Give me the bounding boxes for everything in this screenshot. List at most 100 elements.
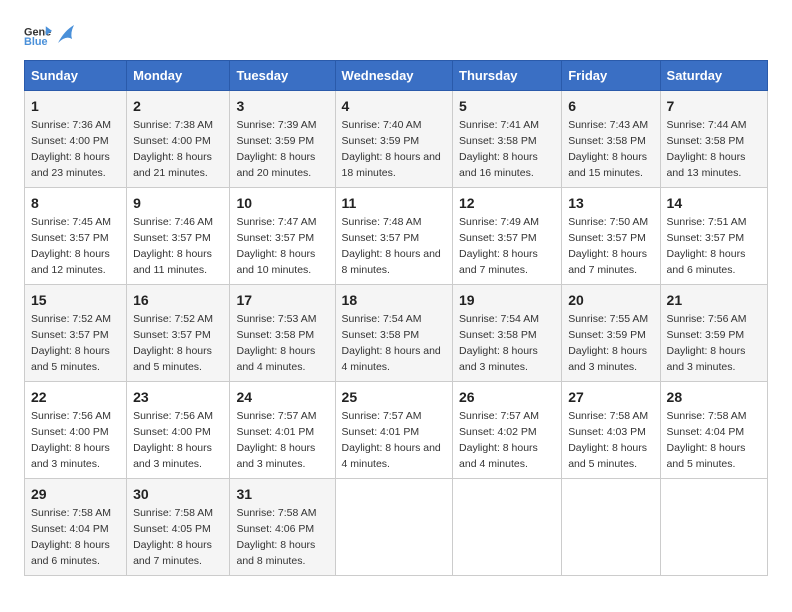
weekday-header-friday: Friday	[562, 61, 660, 91]
calendar-cell: 16 Sunrise: 7:52 AMSunset: 3:57 PMDayligh…	[127, 285, 230, 382]
day-number: 25	[342, 387, 446, 407]
day-number: 19	[459, 290, 555, 310]
calendar-cell: 24 Sunrise: 7:57 AMSunset: 4:01 PMDayligh…	[230, 382, 335, 479]
day-info: Sunrise: 7:58 AMSunset: 4:03 PMDaylight:…	[568, 410, 648, 470]
day-info: Sunrise: 7:39 AMSunset: 3:59 PMDaylight:…	[236, 119, 316, 179]
calendar-cell	[562, 479, 660, 576]
calendar-cell: 25 Sunrise: 7:57 AMSunset: 4:01 PMDayligh…	[335, 382, 452, 479]
header: General Blue	[24, 20, 768, 48]
day-info: Sunrise: 7:58 AMSunset: 4:06 PMDaylight:…	[236, 507, 316, 567]
calendar-week-row: 8 Sunrise: 7:45 AMSunset: 3:57 PMDaylight…	[25, 188, 768, 285]
calendar-cell: 2 Sunrise: 7:38 AMSunset: 4:00 PMDaylight…	[127, 91, 230, 188]
calendar-week-row: 1 Sunrise: 7:36 AMSunset: 4:00 PMDaylight…	[25, 91, 768, 188]
day-info: Sunrise: 7:43 AMSunset: 3:58 PMDaylight:…	[568, 119, 648, 179]
weekday-header-thursday: Thursday	[453, 61, 562, 91]
calendar-cell: 10 Sunrise: 7:47 AMSunset: 3:57 PMDayligh…	[230, 188, 335, 285]
day-number: 11	[342, 193, 446, 213]
day-info: Sunrise: 7:56 AMSunset: 4:00 PMDaylight:…	[133, 410, 213, 470]
logo-bird-icon	[56, 21, 78, 47]
day-number: 1	[31, 96, 120, 116]
calendar-cell: 5Sunrise: 7:41 AMSunset: 3:58 PMDaylight…	[453, 91, 562, 188]
calendar-cell: 17Sunrise: 7:53 AMSunset: 3:58 PMDayligh…	[230, 285, 335, 382]
day-number: 18	[342, 290, 446, 310]
day-info: Sunrise: 7:58 AMSunset: 4:04 PMDaylight:…	[31, 507, 111, 567]
day-number: 24	[236, 387, 328, 407]
day-number: 16	[133, 290, 223, 310]
day-number: 10	[236, 193, 328, 213]
day-info: Sunrise: 7:57 AMSunset: 4:02 PMDaylight:…	[459, 410, 539, 470]
calendar-cell: 27Sunrise: 7:58 AMSunset: 4:03 PMDayligh…	[562, 382, 660, 479]
day-info: Sunrise: 7:38 AMSunset: 4:00 PMDaylight:…	[133, 119, 213, 179]
day-number: 2	[133, 96, 223, 116]
calendar-cell: 21 Sunrise: 7:56 AMSunset: 3:59 PMDayligh…	[660, 285, 767, 382]
logo-icon: General Blue	[24, 20, 52, 48]
calendar-cell: 22 Sunrise: 7:56 AMSunset: 4:00 PMDayligh…	[25, 382, 127, 479]
calendar-cell: 8 Sunrise: 7:45 AMSunset: 3:57 PMDaylight…	[25, 188, 127, 285]
day-info: Sunrise: 7:44 AMSunset: 3:58 PMDaylight:…	[667, 119, 747, 179]
day-info: Sunrise: 7:52 AMSunset: 3:57 PMDaylight:…	[133, 313, 213, 373]
day-info: Sunrise: 7:40 AMSunset: 3:59 PMDaylight:…	[342, 119, 441, 179]
day-number: 31	[236, 484, 328, 504]
day-info: Sunrise: 7:57 AMSunset: 4:01 PMDaylight:…	[236, 410, 316, 470]
calendar-cell: 12 Sunrise: 7:49 AMSunset: 3:57 PMDayligh…	[453, 188, 562, 285]
day-number: 21	[667, 290, 761, 310]
day-number: 6	[568, 96, 653, 116]
day-info: Sunrise: 7:50 AMSunset: 3:57 PMDaylight:…	[568, 216, 648, 276]
day-number: 20	[568, 290, 653, 310]
day-info: Sunrise: 7:48 AMSunset: 3:57 PMDaylight:…	[342, 216, 441, 276]
day-number: 8	[31, 193, 120, 213]
calendar-cell: 26 Sunrise: 7:57 AMSunset: 4:02 PMDayligh…	[453, 382, 562, 479]
weekday-header-sunday: Sunday	[25, 61, 127, 91]
calendar-cell: 15Sunrise: 7:52 AMSunset: 3:57 PMDayligh…	[25, 285, 127, 382]
day-number: 4	[342, 96, 446, 116]
calendar-cell: 19 Sunrise: 7:54 AMSunset: 3:58 PMDayligh…	[453, 285, 562, 382]
day-number: 23	[133, 387, 223, 407]
day-info: Sunrise: 7:55 AMSunset: 3:59 PMDaylight:…	[568, 313, 648, 373]
day-info: Sunrise: 7:47 AMSunset: 3:57 PMDaylight:…	[236, 216, 316, 276]
day-number: 9	[133, 193, 223, 213]
calendar-cell	[453, 479, 562, 576]
weekday-header-tuesday: Tuesday	[230, 61, 335, 91]
calendar-cell: 4 Sunrise: 7:40 AMSunset: 3:59 PMDaylight…	[335, 91, 452, 188]
calendar-cell: 28Sunrise: 7:58 AMSunset: 4:04 PMDayligh…	[660, 382, 767, 479]
day-info: Sunrise: 7:56 AMSunset: 4:00 PMDaylight:…	[31, 410, 111, 470]
calendar-cell	[335, 479, 452, 576]
calendar-cell: 9 Sunrise: 7:46 AMSunset: 3:57 PMDaylight…	[127, 188, 230, 285]
day-number: 14	[667, 193, 761, 213]
calendar-week-row: 29 Sunrise: 7:58 AMSunset: 4:04 PMDayligh…	[25, 479, 768, 576]
day-number: 13	[568, 193, 653, 213]
day-info: Sunrise: 7:56 AMSunset: 3:59 PMDaylight:…	[667, 313, 747, 373]
calendar-cell	[660, 479, 767, 576]
day-number: 26	[459, 387, 555, 407]
calendar-cell: 3Sunrise: 7:39 AMSunset: 3:59 PMDaylight…	[230, 91, 335, 188]
calendar-cell: 13 Sunrise: 7:50 AMSunset: 3:57 PMDayligh…	[562, 188, 660, 285]
day-number: 28	[667, 387, 761, 407]
calendar-cell: 11 Sunrise: 7:48 AMSunset: 3:57 PMDayligh…	[335, 188, 452, 285]
day-number: 30	[133, 484, 223, 504]
calendar-cell: 18Sunrise: 7:54 AMSunset: 3:58 PMDayligh…	[335, 285, 452, 382]
day-number: 12	[459, 193, 555, 213]
day-number: 29	[31, 484, 120, 504]
day-info: Sunrise: 7:51 AMSunset: 3:57 PMDaylight:…	[667, 216, 747, 276]
calendar-body: 1 Sunrise: 7:36 AMSunset: 4:00 PMDaylight…	[25, 91, 768, 576]
weekday-header-monday: Monday	[127, 61, 230, 91]
calendar-cell: 30Sunrise: 7:58 AMSunset: 4:05 PMDayligh…	[127, 479, 230, 576]
day-info: Sunrise: 7:49 AMSunset: 3:57 PMDaylight:…	[459, 216, 539, 276]
weekday-header-wednesday: Wednesday	[335, 61, 452, 91]
calendar-cell: 6 Sunrise: 7:43 AMSunset: 3:58 PMDaylight…	[562, 91, 660, 188]
logo: General Blue	[24, 20, 80, 48]
day-info: Sunrise: 7:46 AMSunset: 3:57 PMDaylight:…	[133, 216, 213, 276]
day-number: 7	[667, 96, 761, 116]
day-info: Sunrise: 7:45 AMSunset: 3:57 PMDaylight:…	[31, 216, 111, 276]
day-info: Sunrise: 7:36 AMSunset: 4:00 PMDaylight:…	[31, 119, 111, 179]
calendar-table: SundayMondayTuesdayWednesdayThursdayFrid…	[24, 60, 768, 576]
day-number: 22	[31, 387, 120, 407]
calendar-cell: 7 Sunrise: 7:44 AMSunset: 3:58 PMDaylight…	[660, 91, 767, 188]
calendar-cell: 14 Sunrise: 7:51 AMSunset: 3:57 PMDayligh…	[660, 188, 767, 285]
day-info: Sunrise: 7:57 AMSunset: 4:01 PMDaylight:…	[342, 410, 441, 470]
day-number: 5	[459, 96, 555, 116]
day-info: Sunrise: 7:54 AMSunset: 3:58 PMDaylight:…	[459, 313, 539, 373]
weekday-header-row: SundayMondayTuesdayWednesdayThursdayFrid…	[25, 61, 768, 91]
calendar-cell: 31 Sunrise: 7:58 AMSunset: 4:06 PMDayligh…	[230, 479, 335, 576]
calendar-cell: 1 Sunrise: 7:36 AMSunset: 4:00 PMDaylight…	[25, 91, 127, 188]
